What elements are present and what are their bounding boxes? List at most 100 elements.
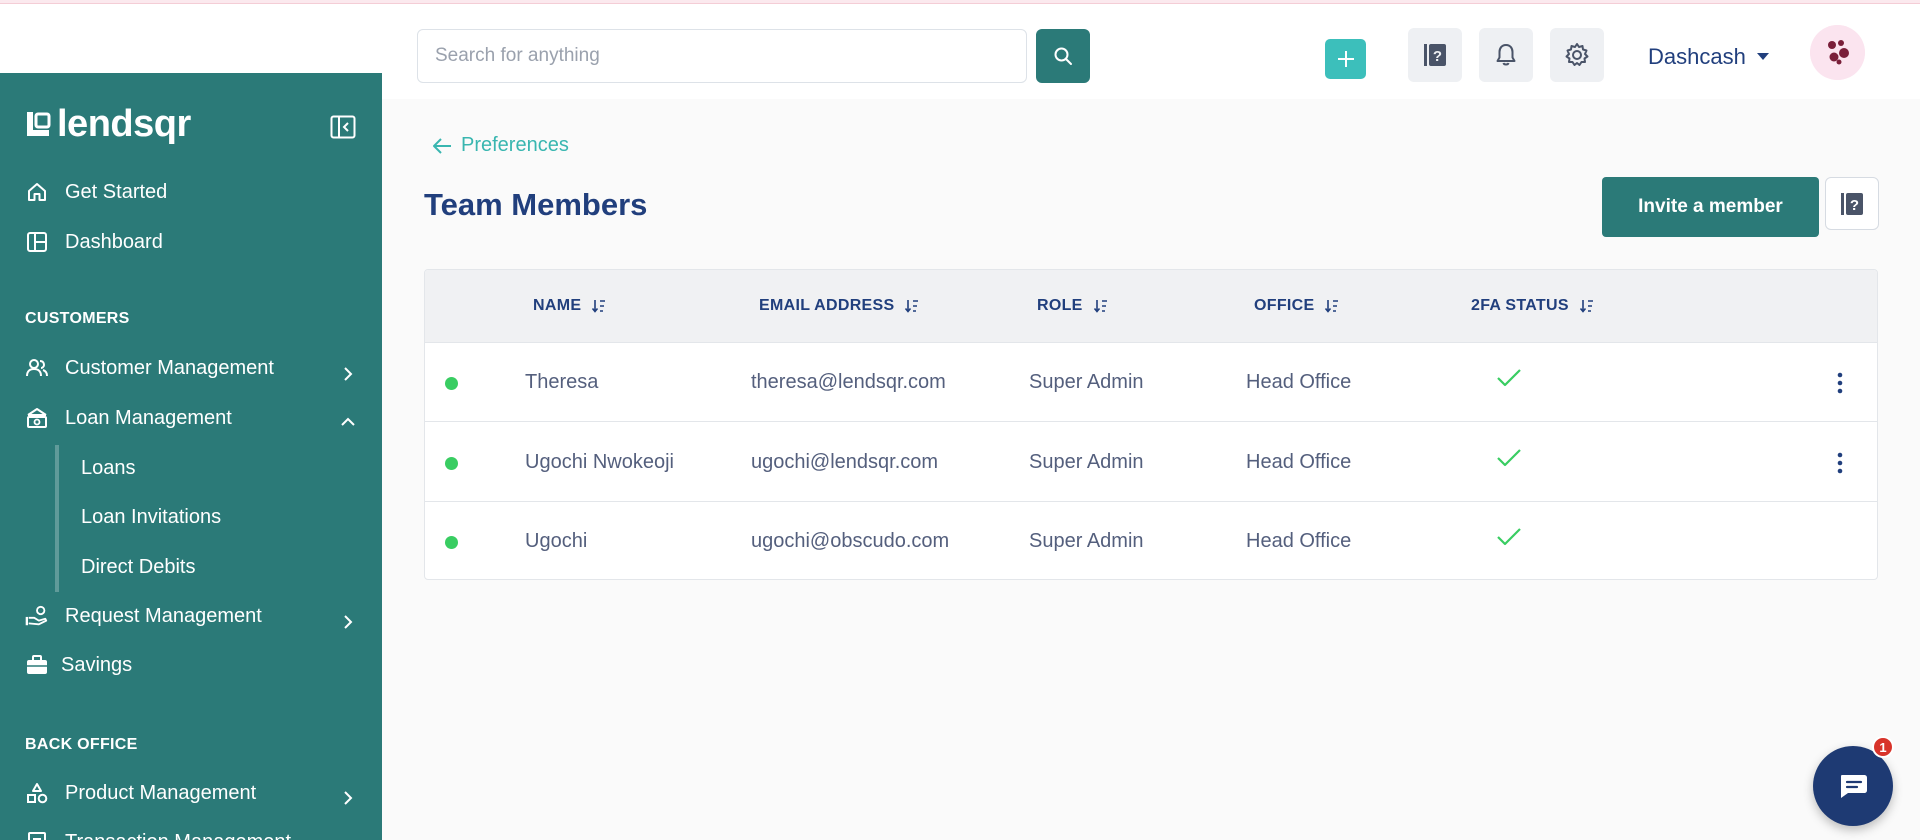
member-office: Head Office	[1246, 530, 1352, 552]
member-office: Head Office	[1246, 451, 1352, 473]
check-icon	[1497, 528, 1521, 546]
check-icon	[1497, 449, 1521, 467]
chevron-right-icon[interactable]	[338, 364, 358, 384]
chat-widget-button[interactable]	[1813, 746, 1893, 826]
member-name: Ugochi Nwokeoji	[525, 451, 674, 473]
lendsqr-logo-icon	[27, 112, 51, 136]
sidebar-item-transaction-management[interactable]: Transaction Management	[25, 827, 291, 840]
table-row[interactable]: Ugochi Nwokeoji ugochi@lendsqr.com Super…	[425, 423, 1877, 502]
sidebar-item-label: Get Started	[65, 180, 168, 203]
kebab-menu-icon	[1837, 452, 1843, 474]
page-help-button[interactable]: ?	[1825, 177, 1879, 230]
briefcase-icon	[25, 653, 49, 677]
search-button[interactable]	[1036, 29, 1090, 83]
sidebar-item-get-started[interactable]: Get Started	[25, 177, 167, 207]
sidebar-item-loan-management[interactable]: Loan Management	[25, 403, 232, 433]
chevron-up-icon[interactable]	[338, 412, 358, 432]
active-status-dot	[445, 457, 458, 470]
team-members-table: NAME EMAIL ADDRESS ROLE OFFICE 2FA STATU…	[424, 269, 1878, 580]
sidebar-item-savings[interactable]: Savings	[25, 650, 132, 680]
svg-text:?: ?	[1433, 48, 1442, 65]
sidebar-item-request-management[interactable]: Request Management	[25, 601, 262, 631]
shapes-icon	[25, 781, 49, 805]
hand-coin-icon	[25, 604, 49, 628]
chat-icon	[1841, 775, 1867, 798]
back-link[interactable]: Preferences	[432, 134, 569, 157]
users-icon	[25, 356, 49, 380]
column-header-email[interactable]: EMAIL ADDRESS	[759, 297, 920, 315]
kebab-menu-icon	[1837, 372, 1843, 394]
gear-icon	[1565, 43, 1589, 66]
sort-icon	[1579, 300, 1593, 313]
settings-button[interactable]	[1550, 28, 1604, 82]
caret-down-icon	[1756, 53, 1769, 60]
member-email: theresa@lendsqr.com	[751, 371, 946, 393]
column-header-role[interactable]: ROLE	[1037, 297, 1109, 315]
page-title: Team Members	[424, 187, 648, 222]
submenu-rail	[55, 445, 59, 592]
help-button[interactable]: ?	[1408, 28, 1462, 82]
member-name: Theresa	[525, 371, 599, 393]
search-input[interactable]	[418, 30, 1026, 82]
sidebar-item-label: Loan Management	[65, 406, 232, 429]
member-email: ugochi@lendsqr.com	[751, 451, 939, 473]
member-email: ugochi@obscudo.com	[751, 530, 950, 552]
member-role: Super Admin	[1029, 371, 1144, 393]
active-status-dot	[445, 377, 458, 390]
main-content: Preferences Team Members Invite a member…	[382, 99, 1920, 840]
sidebar-item-label: Request Management	[65, 604, 262, 627]
member-name: Ugochi	[525, 530, 588, 552]
help-book-icon: ?	[1424, 44, 1446, 66]
column-header-office[interactable]: OFFICE	[1254, 297, 1340, 315]
sidebar-item-label: Product Management	[65, 781, 257, 804]
chat-notification-badge: 1	[1872, 736, 1894, 758]
chevron-right-icon[interactable]	[338, 612, 358, 632]
sidebar-item-label: Customer Management	[65, 356, 274, 379]
search-icon	[1054, 47, 1072, 65]
member-office: Head Office	[1246, 371, 1352, 393]
active-status-dot	[445, 536, 458, 549]
bank-icon	[25, 406, 49, 430]
check-icon	[1497, 369, 1521, 387]
sidebar-item-product-management[interactable]: Product Management	[25, 778, 256, 808]
sidebar-item-label: Dashboard	[65, 230, 163, 253]
column-header-2fa-status[interactable]: 2FA STATUS	[1471, 297, 1595, 315]
sidebar-subitem-loans[interactable]: Loans	[81, 457, 136, 480]
avatar[interactable]	[1810, 25, 1865, 80]
home-icon	[25, 180, 49, 204]
sidebar-subitem-direct-debits[interactable]: Direct Debits	[81, 556, 195, 579]
row-actions-button[interactable]	[1830, 369, 1850, 397]
chevron-right-icon[interactable]	[338, 788, 358, 808]
add-button[interactable]	[1325, 39, 1366, 79]
sidebar-item-label: Transaction Management	[65, 831, 291, 840]
table-row[interactable]: Theresa theresa@lendsqr.com Super Admin …	[425, 343, 1877, 422]
member-role: Super Admin	[1029, 530, 1144, 552]
logo[interactable]: lendsqr	[25, 105, 191, 143]
sort-icon	[1325, 300, 1339, 313]
sidebar-subitem-loan-invitations[interactable]: Loan Invitations	[81, 506, 221, 529]
sidebar-item-customer-management[interactable]: Customer Management	[25, 353, 274, 383]
table-header: NAME EMAIL ADDRESS ROLE OFFICE 2FA STATU…	[425, 270, 1877, 343]
row-actions-button[interactable]	[1830, 449, 1850, 477]
plus-icon	[1337, 51, 1354, 67]
sort-icon	[592, 300, 606, 313]
column-header-name[interactable]: NAME	[533, 297, 607, 315]
sidebar-item-label: Savings	[61, 653, 133, 676]
collapse-sidebar-icon[interactable]	[330, 115, 356, 139]
sort-icon	[1093, 300, 1107, 313]
sidebar-item-dashboard[interactable]: Dashboard	[25, 227, 163, 257]
avatar-image	[1810, 25, 1865, 80]
search-box[interactable]	[417, 29, 1027, 83]
member-role: Super Admin	[1029, 451, 1144, 473]
table-row[interactable]: Ugochi ugochi@obscudo.com Super Admin He…	[425, 502, 1877, 579]
receipt-icon	[25, 830, 49, 840]
invite-member-button[interactable]: Invite a member	[1602, 177, 1819, 237]
dashboard-icon	[25, 230, 49, 254]
section-label-back-office: BACK OFFICE	[25, 736, 138, 753]
back-link-label: Preferences	[461, 134, 569, 156]
notifications-button[interactable]	[1479, 28, 1533, 82]
help-book-icon: ?	[1841, 192, 1863, 215]
logo-text: lendsqr	[57, 103, 191, 145]
section-label-customers: CUSTOMERS	[25, 310, 130, 327]
user-menu[interactable]: Dashcash	[1648, 44, 1770, 70]
